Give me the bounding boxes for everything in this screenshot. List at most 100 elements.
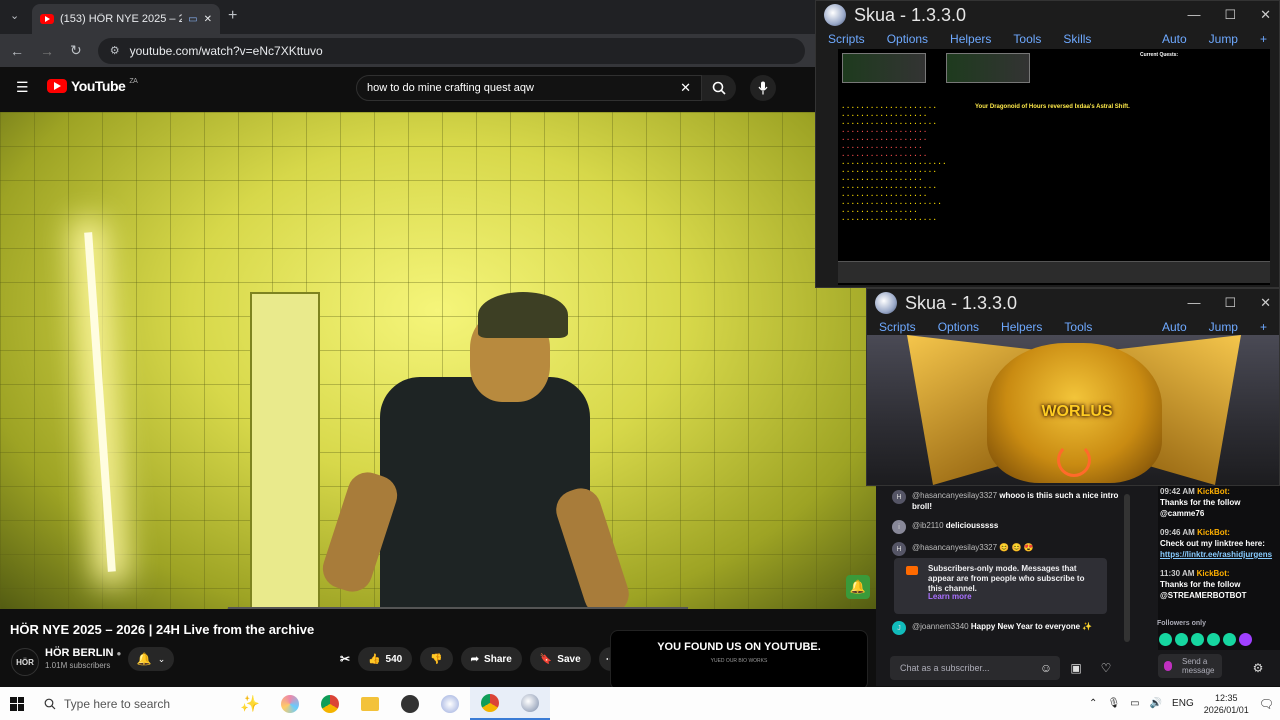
menu-skills[interactable]: Skills (1063, 32, 1091, 46)
emote-icon[interactable] (1191, 633, 1204, 646)
send-message-input[interactable]: Send a message (1158, 654, 1222, 678)
close-icon[interactable]: ✕ (1260, 295, 1271, 311)
maximize-icon[interactable]: ☐ (1224, 295, 1236, 311)
notification-bell-icon[interactable]: 🔔 (846, 575, 870, 599)
chat-username[interactable]: @ib2110 (912, 521, 944, 530)
dislike-button[interactable]: 👎 (420, 647, 453, 671)
clip-icon[interactable]: ✂ (340, 652, 350, 666)
bot-name[interactable]: KickBot: (1197, 487, 1230, 496)
settings-icon[interactable]: ⚙ (1248, 658, 1268, 678)
skua-window-main[interactable]: Skua - 1.3.3.0 — ☐ ✕ Scripts Options Hel… (815, 0, 1280, 288)
tab-close-icon[interactable]: ✕ (204, 14, 212, 25)
heart-icon[interactable]: ♡ (1096, 658, 1116, 678)
avatar[interactable]: H (892, 490, 906, 504)
skua-window-second[interactable]: Skua - 1.3.3.0 — ☐ ✕ Scripts Options Hel… (866, 288, 1280, 486)
youtube-logo[interactable]: YouTube ZA (47, 78, 138, 94)
network-icon[interactable]: ▭ (1130, 698, 1139, 709)
voice-search-button[interactable] (750, 75, 776, 101)
tray-expand-icon[interactable]: ⌃ (1089, 698, 1097, 709)
emote-icon[interactable] (1223, 633, 1236, 646)
subscription-bell-button[interactable]: 🔔 ⌄ (128, 647, 174, 671)
menu-auto[interactable]: Auto (1162, 32, 1187, 46)
chat-username[interactable]: @hasancanyesilay3327 (912, 543, 997, 552)
tab-list-icon[interactable]: ⌄ (10, 9, 19, 22)
minimize-icon[interactable]: — (1187, 295, 1200, 311)
chrome-active-icon[interactable] (470, 687, 510, 720)
notifications-icon[interactable]: 🗨 (1259, 697, 1274, 711)
language-indicator[interactable]: ENG (1172, 698, 1194, 709)
channel-name[interactable]: HÖR BERLIN ● (45, 647, 121, 659)
menu-add[interactable]: + (1260, 320, 1267, 334)
avatar[interactable]: J (892, 621, 906, 635)
skua-loading-screen[interactable]: WORLUS (867, 335, 1279, 485)
chat-text: deliciousssss (945, 521, 999, 530)
volume-icon[interactable]: 🔊 (1150, 698, 1162, 709)
clear-search-icon[interactable]: ✕ (680, 80, 691, 96)
menu-auto[interactable]: Auto (1162, 320, 1187, 334)
chat-scrollbar[interactable] (1124, 494, 1130, 642)
share-button[interactable]: ➦ Share (460, 647, 522, 671)
chat-username[interactable]: @hasancanyesilay3327 (912, 491, 997, 500)
maximize-icon[interactable]: ☐ (1224, 7, 1236, 23)
menu-jump[interactable]: Jump (1209, 320, 1238, 334)
microphone-tray-icon[interactable]: 🎙 (1107, 698, 1120, 709)
menu-tools[interactable]: Tools (1013, 32, 1041, 46)
menu-helpers[interactable]: Helpers (950, 32, 991, 46)
emote-icon[interactable] (1159, 633, 1172, 646)
promo-card[interactable]: YOU FOUND US ON YOUTUBE. YUED OUR BIO WO… (610, 630, 868, 690)
snipping-tool-icon[interactable] (430, 687, 470, 720)
current-quests-label: Current Quests: (1140, 52, 1179, 58)
save-button[interactable]: 🔖 Save (529, 647, 591, 671)
menu-tools[interactable]: Tools (1064, 320, 1092, 334)
bot-link[interactable]: https://linktr.ee/rashidjurgens (1160, 549, 1278, 560)
clock[interactable]: 12:35 2026/01/01 (1204, 692, 1249, 716)
reload-icon[interactable]: ↻ (70, 42, 82, 59)
menu-options[interactable]: Options (938, 320, 979, 334)
avatar[interactable]: H (892, 542, 906, 556)
chat-username[interactable]: @joannem3340 (912, 622, 969, 631)
channel-avatar[interactable]: HÖR (11, 648, 39, 676)
site-info-icon[interactable]: ⚙ (110, 44, 120, 57)
browser-tab[interactable]: (153) HÖR NYE 2025 – 2026 ▭ ✕ (32, 4, 220, 34)
skua-titlebar[interactable]: Skua - 1.3.3.0 — ☐ ✕ (816, 1, 1279, 29)
close-icon[interactable]: ✕ (1260, 7, 1271, 23)
start-button[interactable] (0, 687, 34, 720)
emote-icon[interactable] (1207, 633, 1220, 646)
like-button[interactable]: 👍 540 (358, 647, 413, 671)
search-button[interactable] (702, 75, 736, 101)
back-icon[interactable]: ← (10, 43, 24, 59)
menu-jump[interactable]: Jump (1209, 32, 1238, 46)
super-chat-icon[interactable]: ▣ (1066, 658, 1086, 678)
menu-helpers[interactable]: Helpers (1001, 320, 1042, 334)
menu-scripts[interactable]: Scripts (879, 320, 916, 334)
game-hotbar[interactable] (838, 261, 1270, 283)
skua-titlebar[interactable]: Skua - 1.3.3.0 — ☐ ✕ (867, 289, 1279, 317)
bot-name[interactable]: KickBot: (1197, 569, 1230, 578)
emote-icon[interactable] (1239, 633, 1252, 646)
new-tab-button[interactable]: + (228, 7, 237, 25)
search-input[interactable]: how to do mine crafting quest aqw ✕ (356, 75, 702, 101)
copilot-icon[interactable] (270, 687, 310, 720)
forward-icon[interactable]: → (40, 43, 54, 59)
microphone-icon (758, 81, 768, 95)
menu-options[interactable]: Options (887, 32, 928, 46)
emoji-icon[interactable]: ☺ (1036, 658, 1056, 678)
address-bar[interactable]: ⚙ youtube.com/watch?v=eNc7XKttuvo (97, 37, 805, 64)
bot-name[interactable]: KickBot: (1197, 528, 1230, 537)
avatar[interactable]: i (892, 520, 906, 534)
skua-game-view[interactable]: Current Quests: Your Dragonoid of Hours … (838, 49, 1270, 285)
skua-taskbar-icon[interactable] (510, 687, 550, 720)
hamburger-menu-icon[interactable]: ☰ (16, 79, 29, 96)
video-player[interactable] (0, 112, 876, 609)
widgets-icon[interactable]: ✨ (230, 687, 270, 720)
emote-icon[interactable] (1175, 633, 1188, 646)
chrome-icon[interactable] (310, 687, 350, 720)
file-explorer-icon[interactable] (350, 687, 390, 720)
obs-icon[interactable] (390, 687, 430, 720)
menu-scripts[interactable]: Scripts (828, 32, 865, 46)
taskbar-search-input[interactable]: Type here to search (34, 687, 230, 720)
minimize-icon[interactable]: — (1187, 7, 1200, 23)
menu-add[interactable]: + (1260, 32, 1267, 46)
learn-more-link[interactable]: Learn more (928, 592, 972, 601)
chat-input[interactable]: Chat as a subscriber... (890, 656, 1060, 680)
